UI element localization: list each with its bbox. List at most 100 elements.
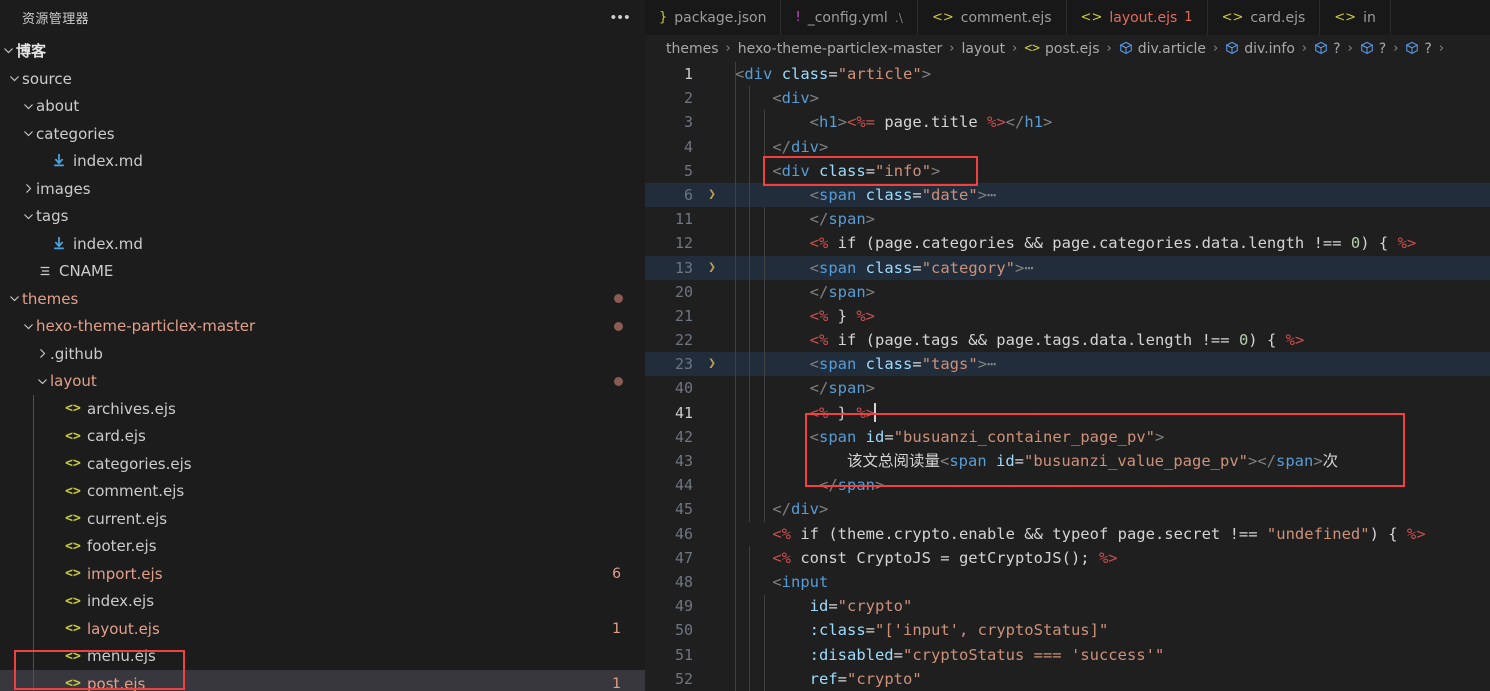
tree-item-source[interactable]: source xyxy=(0,65,645,93)
code-line-45[interactable]: 45 </div> xyxy=(645,497,1490,521)
editor-tab-comment-ejs[interactable]: <> comment.ejs xyxy=(917,0,1067,35)
tree-item-label: CNAME xyxy=(59,262,114,281)
code-line-51[interactable]: 51 :disabled="cryptoStatus === 'success'… xyxy=(645,643,1490,667)
tree-item--github[interactable]: .github xyxy=(0,340,645,368)
code-line-47[interactable]: 47 <% const CryptoJS = getCryptoJS(); %> xyxy=(645,546,1490,570)
tree-item-archives-ejs[interactable]: <> archives.ejs xyxy=(0,395,645,423)
code-line-46[interactable]: 46 <% if (theme.crypto.enable && typeof … xyxy=(645,522,1490,546)
code-text: </div> xyxy=(735,137,829,156)
tree-item-layout[interactable]: layout xyxy=(0,368,645,396)
editor-tab-_config-yml[interactable]: ! _config.yml .\ xyxy=(781,0,918,35)
editor-tab-package-json[interactable]: } package.json xyxy=(645,0,782,35)
chevron-right-icon[interactable] xyxy=(20,181,36,197)
code-line-49[interactable]: 49 id="crypto" xyxy=(645,594,1490,618)
code-line-23[interactable]: 23 ❯ <span class="tags">⋯ xyxy=(645,352,1490,377)
tree-root-博客[interactable]: 博客 xyxy=(0,35,645,65)
tree-item-current-ejs[interactable]: <> current.ejs xyxy=(0,505,645,533)
line-number: 22 xyxy=(674,331,693,350)
chevron-down-icon[interactable] xyxy=(6,291,22,307)
chevron-right-icon[interactable] xyxy=(34,346,50,362)
breadcrumb-item-hexo-theme-particlex-master[interactable]: hexo-theme-particlex-master xyxy=(737,41,944,57)
breadcrumb-item-layout[interactable]: layout xyxy=(960,41,1006,57)
code-line-3[interactable]: 3 <h1><%= page.title %></h1> xyxy=(645,110,1490,134)
code-line-48[interactable]: 48 <input xyxy=(645,570,1490,594)
tree-item-comment-ejs[interactable]: <> comment.ejs xyxy=(0,478,645,506)
editor-tab-card-ejs[interactable]: <> card.ejs xyxy=(1207,0,1321,35)
code-line-1[interactable]: 1 <div class="article"> xyxy=(645,62,1490,86)
breadcrumb-item-divinfo[interactable]: div.info xyxy=(1224,41,1296,57)
fold-collapsed-icon[interactable]: ❯ xyxy=(701,183,723,207)
code-line-41[interactable]: 41 <% } %> xyxy=(645,401,1490,425)
chevron-down-icon[interactable] xyxy=(0,42,16,58)
tree-item-themes[interactable]: themes xyxy=(0,285,645,313)
code-line-12[interactable]: 12 <% if (page.categories && page.catego… xyxy=(645,231,1490,255)
chevron-down-icon[interactable] xyxy=(20,318,36,334)
code-line-6[interactable]: 6 ❯ <span class="date">⋯ xyxy=(645,182,1490,208)
tree-item-label: layout.ejs xyxy=(87,619,160,638)
editor-tab-layout-ejs[interactable]: <> layout.ejs 1 xyxy=(1066,0,1208,35)
symbol-cube-icon xyxy=(1405,41,1419,57)
chevron-down-icon[interactable] xyxy=(34,373,50,389)
chevron-down-icon[interactable] xyxy=(6,71,22,87)
tree-item-card-ejs[interactable]: <> card.ejs xyxy=(0,423,645,451)
breadcrumb-item-[interactable]: ? xyxy=(1404,41,1432,57)
tree-item-footer-ejs[interactable]: <> footer.ejs xyxy=(0,533,645,561)
chevron-down-icon[interactable] xyxy=(20,208,36,224)
code-line-2[interactable]: 2 <div> xyxy=(645,86,1490,110)
code-line-4[interactable]: 4 </div> xyxy=(645,135,1490,159)
tree-item-layout-ejs[interactable]: <> layout.ejs 1 xyxy=(0,615,645,643)
code-indent-guide xyxy=(764,110,765,182)
tree-item-categories-ejs[interactable]: <> categories.ejs xyxy=(0,450,645,478)
code-line-11[interactable]: 11 </span> xyxy=(645,207,1490,231)
fold-collapsed-icon[interactable]: ❯ xyxy=(701,352,723,376)
code-line-50[interactable]: 50 :class="['input', cryptoStatus]" xyxy=(645,618,1490,642)
tree-item-label: images xyxy=(36,179,91,198)
breadcrumb-item-[interactable]: ? xyxy=(1313,41,1341,57)
tree-item-index-md[interactable]: index.md xyxy=(0,148,645,176)
more-actions-icon[interactable]: ••• xyxy=(611,10,631,25)
breadcrumb-separator-icon: › xyxy=(949,41,955,56)
breadcrumb[interactable]: themes › hexo-theme-particlex-master › layou… xyxy=(645,35,1490,62)
breadcrumb-item-themes[interactable]: themes xyxy=(665,41,720,57)
tree-item-images[interactable]: images xyxy=(0,175,645,203)
chevron-down-icon[interactable] xyxy=(20,98,36,114)
tree-item-post-ejs[interactable]: <> post.ejs 1 xyxy=(0,670,645,691)
code-line-5[interactable]: 5 <div class="info"> xyxy=(645,159,1490,183)
tree-item-menu-ejs[interactable]: <> menu.ejs xyxy=(0,643,645,671)
editor-tab-in[interactable]: <> in xyxy=(1320,0,1391,35)
breadcrumb-item-divarticle[interactable]: div.article xyxy=(1118,41,1207,57)
tree-item-about[interactable]: about xyxy=(0,93,645,121)
code-line-43[interactable]: 43 该文总阅读量<span id="busuanzi_value_page_p… xyxy=(645,449,1490,473)
code-line-21[interactable]: 21 <% } %> xyxy=(645,304,1490,328)
code-line-13[interactable]: 13 ❯ <span class="category">⋯ xyxy=(645,255,1490,280)
code-line-22[interactable]: 22 <% if (page.tags && page.tags.data.le… xyxy=(645,328,1490,352)
tree-item-CNAME[interactable]: CNAME xyxy=(0,258,645,286)
breadcrumb-separator-icon: › xyxy=(1438,41,1445,56)
fold-collapsed-icon[interactable]: ❯ xyxy=(701,256,723,280)
chevron-down-icon[interactable] xyxy=(20,126,36,142)
tab-label: comment.ejs xyxy=(960,9,1052,26)
tree-item-import-ejs[interactable]: <> import.ejs 6 xyxy=(0,560,645,588)
code-line-52[interactable]: 52 ref="crypto" xyxy=(645,667,1490,691)
file-tree[interactable]: 博客 source about categories index.md images tag… xyxy=(0,35,645,691)
tree-item-hexo-theme-particlex-master[interactable]: hexo-theme-particlex-master xyxy=(0,313,645,341)
code-line-44[interactable]: 44 </span> xyxy=(645,473,1490,497)
code-text: <% if (page.tags && page.tags.data.lengt… xyxy=(735,331,1305,350)
code-text: <div class="article"> xyxy=(735,65,932,83)
tree-item-index-ejs[interactable]: <> index.ejs xyxy=(0,588,645,616)
tree-item-tags[interactable]: tags xyxy=(0,203,645,231)
code-line-20[interactable]: 20 </span> xyxy=(645,280,1490,304)
code-line-42[interactable]: 42 <span id="busuanzi_container_page_pv"… xyxy=(645,425,1490,449)
breadcrumb-separator-icon: › xyxy=(1347,41,1353,56)
code-editor[interactable]: 1 <div class="article"> 2 <div> 3 <h1><%= p… xyxy=(645,62,1490,691)
breadcrumb-item-[interactable]: ? xyxy=(1359,41,1387,57)
tree-item-index-md[interactable]: index.md xyxy=(0,230,645,258)
editor-tab-bar[interactable]: } package.json! _config.yml .\ <> comment.ejs… xyxy=(645,0,1490,35)
breadcrumb-item-postejs[interactable]: <> post.ejs xyxy=(1023,41,1100,57)
tree-item-categories[interactable]: categories xyxy=(0,120,645,148)
code-line-40[interactable]: 40 </span> xyxy=(645,376,1490,400)
ejs-icon: <> xyxy=(931,10,954,25)
